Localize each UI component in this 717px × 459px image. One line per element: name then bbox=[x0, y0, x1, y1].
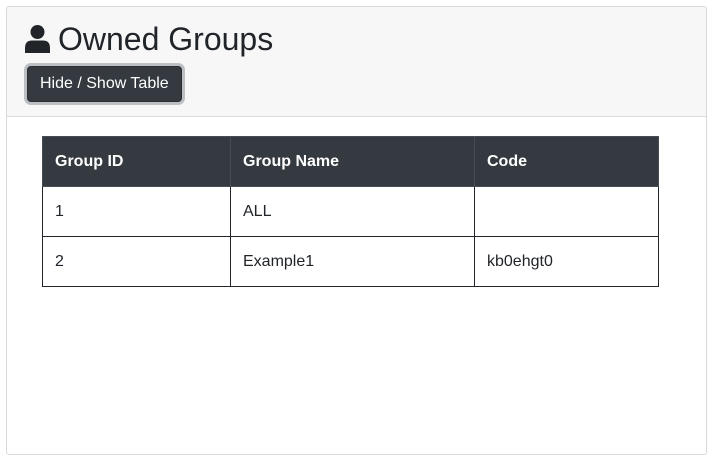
code-cell: kb0ehgt0 bbox=[474, 236, 659, 287]
group-name-cell: Example1 bbox=[230, 236, 475, 287]
user-icon bbox=[25, 25, 50, 53]
column-header-group-name[interactable]: Group Name bbox=[230, 136, 475, 187]
card-header: Owned Groups Hide / Show Table bbox=[7, 7, 706, 117]
page-title: Owned Groups bbox=[25, 20, 273, 58]
table-row[interactable]: 2 Example1 kb0ehgt0 bbox=[42, 236, 659, 287]
column-header-group-id[interactable]: Group ID bbox=[42, 136, 231, 187]
groups-table: Group ID Group Name Code 1 ALL 2 Example… bbox=[42, 136, 659, 287]
groups-table-container[interactable]: Group ID Group Name Code 1 ALL 2 Example… bbox=[42, 136, 684, 438]
group-id-cell: 1 bbox=[42, 186, 231, 237]
page-title-text: Owned Groups bbox=[58, 21, 274, 57]
group-name-cell: ALL bbox=[230, 186, 475, 237]
code-cell bbox=[474, 186, 659, 237]
table-row[interactable]: 1 ALL bbox=[42, 186, 659, 237]
column-header-code[interactable]: Code bbox=[474, 136, 659, 187]
hide-show-table-button[interactable]: Hide / Show Table bbox=[27, 66, 182, 102]
group-id-cell: 2 bbox=[42, 236, 231, 287]
owned-groups-card: Owned Groups Hide / Show Table Group ID … bbox=[6, 6, 707, 455]
table-header-row: Group ID Group Name Code bbox=[42, 136, 659, 187]
